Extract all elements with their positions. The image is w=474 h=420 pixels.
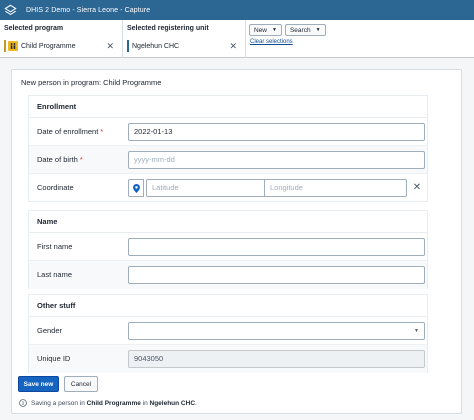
gender-select[interactable]: ▼ bbox=[128, 322, 425, 340]
date-of-enrollment-row: Date of enrollment * 2022-01-13 bbox=[29, 118, 427, 146]
unique-id-input: 9043050 bbox=[128, 350, 425, 368]
org-unit-selector-value[interactable]: Ngelehun CHC ✕ bbox=[127, 40, 241, 52]
clear-program-close-icon[interactable]: ✕ bbox=[106, 40, 114, 52]
required-marker: * bbox=[79, 155, 83, 164]
app-title: DHIS 2 Demo - Sierra Leone - Capture bbox=[26, 6, 151, 14]
date-of-birth-input[interactable]: yyyy-mm-dd bbox=[128, 151, 425, 169]
enrollment-section: Enrollment Date of enrollment * 2022-01-1… bbox=[28, 95, 428, 202]
gender-label: Gender bbox=[37, 326, 63, 335]
other-stuff-section: Other stuff Gender ▼ Unique ID 9043050 bbox=[28, 294, 428, 373]
last-name-label: Last name bbox=[37, 270, 73, 279]
search-button-label: Search bbox=[289, 26, 311, 34]
chevron-down-icon: ▼ bbox=[414, 328, 419, 334]
org-unit-name: Ngelehun CHC bbox=[132, 42, 180, 50]
first-name-row: First name bbox=[29, 233, 427, 261]
required-marker: * bbox=[100, 127, 104, 136]
last-name-row: Last name bbox=[29, 261, 427, 289]
date-of-enrollment-label: Date of enrollment * bbox=[37, 127, 104, 136]
gender-row: Gender ▼ bbox=[29, 317, 427, 345]
save-new-button[interactable]: Save new bbox=[18, 376, 59, 392]
coordinate-label: Coordinate bbox=[37, 183, 74, 192]
date-of-birth-row: Date of birth * yyyy-mm-dd bbox=[29, 146, 427, 174]
program-selector-label: Selected program bbox=[4, 25, 64, 32]
clear-coordinate-close-icon[interactable]: ✕ bbox=[410, 179, 424, 197]
coordinate-row: Coordinate Latitude Longitude ✕ bbox=[29, 174, 427, 202]
child-program-icon bbox=[8, 41, 18, 51]
last-name-input[interactable] bbox=[128, 266, 425, 284]
new-person-form: New person in program: Child Programme E… bbox=[11, 69, 462, 414]
name-section: Name First name Last name bbox=[28, 210, 428, 289]
date-of-birth-label: Date of birth * bbox=[37, 155, 83, 164]
header-bar: DHIS 2 Demo - Sierra Leone - Capture bbox=[0, 0, 474, 20]
first-name-input[interactable] bbox=[128, 238, 425, 256]
location-pin-icon[interactable] bbox=[128, 179, 144, 197]
enrollment-heading: Enrollment bbox=[29, 96, 427, 118]
program-selector: Selected program Child Programme ✕ bbox=[0, 20, 123, 58]
info-program: Child Programme bbox=[86, 399, 141, 407]
saving-info-text: Saving a person in Child Programme in Ng… bbox=[31, 399, 197, 407]
cancel-button[interactable]: Cancel bbox=[64, 376, 98, 392]
new-button-label: New bbox=[254, 26, 268, 34]
other-stuff-heading: Other stuff bbox=[29, 295, 427, 317]
chevron-down-icon: ▼ bbox=[315, 27, 321, 33]
program-name: Child Programme bbox=[21, 42, 76, 50]
form-title: New person in program: Child Programme bbox=[21, 78, 162, 87]
search-button[interactable]: Search ▼ bbox=[284, 24, 326, 36]
clear-selections-link[interactable]: Clear selections bbox=[250, 39, 293, 45]
chevron-down-icon: ▼ bbox=[272, 27, 277, 33]
unique-id-row: Unique ID 9043050 bbox=[29, 345, 427, 373]
clear-org-unit-close-icon[interactable]: ✕ bbox=[229, 40, 237, 52]
program-selector-value[interactable]: Child Programme ✕ bbox=[4, 40, 118, 52]
org-unit-selector-label: Selected registering unit bbox=[127, 25, 209, 32]
longitude-input[interactable]: Longitude bbox=[264, 179, 407, 197]
org-unit-selector: Selected registering unit Ngelehun CHC ✕ bbox=[123, 20, 246, 58]
dhis2-logo-icon[interactable] bbox=[0, 0, 20, 20]
selection-bar: Selected program Child Programme ✕ Selec… bbox=[0, 20, 474, 58]
saving-info: Saving a person in Child Programme in Ng… bbox=[19, 399, 197, 407]
capture-actions: New ▼ Search ▼ bbox=[249, 24, 326, 36]
date-of-enrollment-input[interactable]: 2022-01-13 bbox=[128, 123, 425, 141]
first-name-label: First name bbox=[37, 242, 73, 251]
new-button[interactable]: New ▼ bbox=[249, 24, 282, 36]
unique-id-label: Unique ID bbox=[37, 354, 71, 363]
info-icon bbox=[19, 399, 27, 407]
name-heading: Name bbox=[29, 211, 427, 233]
info-org-unit: Ngelehun CHC bbox=[149, 399, 196, 407]
